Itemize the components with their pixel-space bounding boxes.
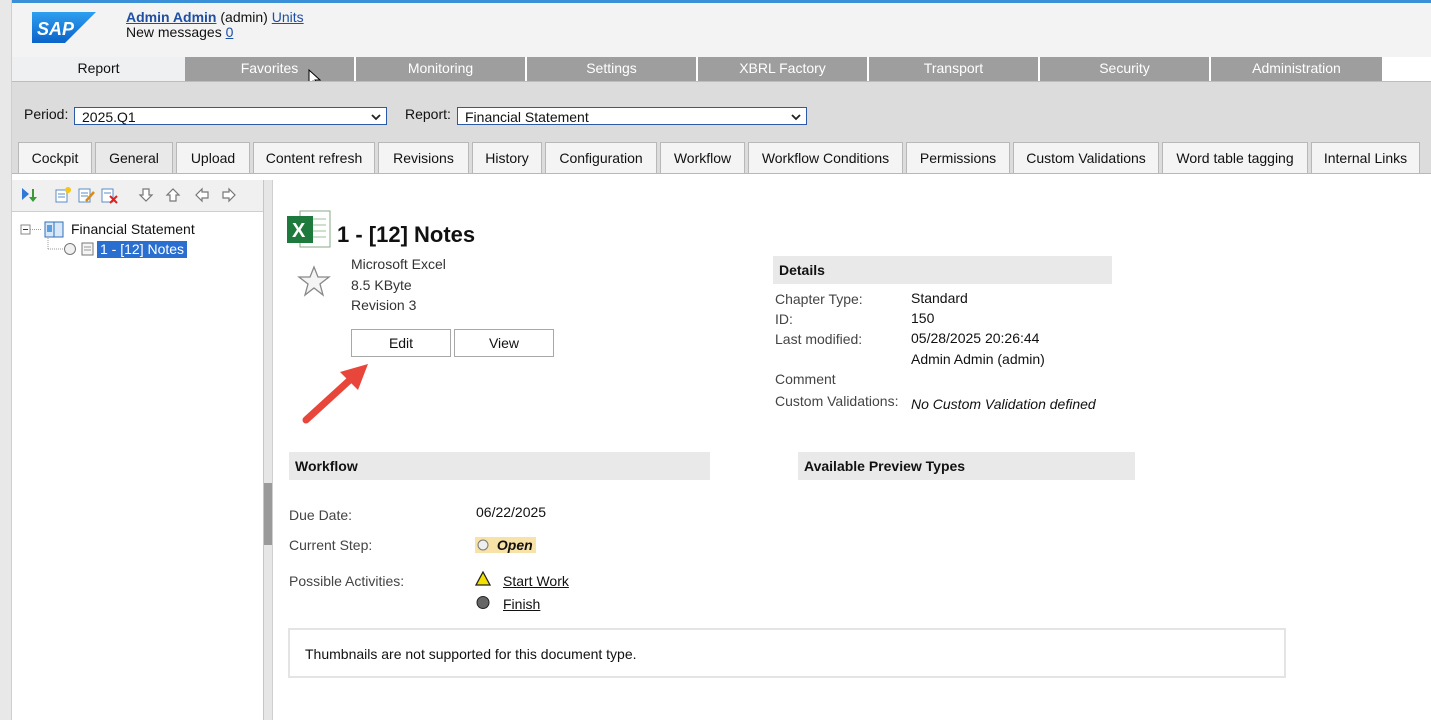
thumbnail-message: Thumbnails are not supported for this do… bbox=[305, 646, 637, 662]
subtab-workflow[interactable]: Workflow bbox=[660, 142, 745, 174]
document-size: 8.5 KByte bbox=[351, 277, 412, 293]
document-title: 1 - [12] Notes bbox=[337, 222, 476, 247]
user-info: Admin Admin (admin) Units bbox=[126, 9, 304, 25]
thumbnail-box: Thumbnails are not supported for this do… bbox=[288, 628, 1286, 678]
subtab-permissions[interactable]: Permissions bbox=[906, 142, 1010, 174]
move-right-icon[interactable] bbox=[220, 186, 238, 204]
custom-validations-value: No Custom Validation defined bbox=[911, 396, 1096, 412]
document-revision: Revision 3 bbox=[351, 297, 417, 313]
comment-label: Comment bbox=[775, 371, 836, 387]
subtab-general[interactable]: General bbox=[95, 142, 173, 174]
move-left-icon[interactable] bbox=[193, 186, 211, 204]
id-value: 150 bbox=[911, 310, 935, 326]
document-app: Microsoft Excel bbox=[351, 256, 446, 272]
tree-node-status-icons bbox=[64, 242, 94, 256]
nav-filler bbox=[1382, 57, 1431, 81]
content-top-border bbox=[12, 173, 1431, 174]
excel-file-icon: X bbox=[287, 210, 331, 248]
main-nav: Report Favorites Monitoring Settings XBR… bbox=[12, 57, 1431, 81]
last-modified-label: Last modified: bbox=[775, 331, 863, 347]
nav-tab-xbrl-factory[interactable]: XBRL Factory bbox=[698, 57, 869, 81]
sap-logo: SAP bbox=[32, 12, 96, 43]
id-label: ID: bbox=[775, 311, 793, 327]
report-select[interactable]: Financial Statement bbox=[457, 107, 807, 125]
preview-types-heading: Available Preview Types bbox=[798, 452, 1135, 480]
nav-tab-administration[interactable]: Administration bbox=[1211, 57, 1382, 81]
book-icon bbox=[44, 221, 64, 238]
modified-by-value: Admin Admin (admin) bbox=[911, 351, 1045, 367]
window-left-edge bbox=[0, 0, 12, 720]
subtab-custom-validations[interactable]: Custom Validations bbox=[1013, 142, 1159, 174]
tree-panel bbox=[12, 180, 264, 720]
nav-tab-settings[interactable]: Settings bbox=[527, 57, 698, 81]
nav-tab-transport[interactable]: Transport bbox=[869, 57, 1040, 81]
finish-link[interactable]: Finish bbox=[503, 596, 540, 612]
nav-tab-monitoring[interactable]: Monitoring bbox=[356, 57, 527, 81]
favorite-star-icon[interactable] bbox=[297, 265, 331, 297]
subtab-revisions[interactable]: Revisions bbox=[378, 142, 469, 174]
nav-tab-report[interactable]: Report bbox=[12, 57, 185, 81]
messages-info: New messages 0 bbox=[126, 24, 233, 40]
subtab-history[interactable]: History bbox=[472, 142, 542, 174]
delete-item-icon[interactable] bbox=[100, 186, 118, 204]
due-date-value: 06/22/2025 bbox=[476, 504, 547, 520]
period-select-value: 2025.Q1 bbox=[82, 109, 136, 125]
move-down-icon[interactable] bbox=[137, 186, 155, 204]
chevron-down-icon bbox=[791, 114, 801, 121]
red-arrow-annotation-icon bbox=[302, 364, 368, 424]
messages-label: New messages bbox=[126, 24, 222, 40]
expand-down-icon[interactable] bbox=[20, 186, 38, 204]
status-circle-icon bbox=[477, 539, 489, 551]
edit-item-icon[interactable] bbox=[77, 186, 95, 204]
subtab-word-table-tagging[interactable]: Word table tagging bbox=[1162, 142, 1308, 174]
tree-item-financial-statement[interactable]: Financial Statement bbox=[71, 221, 195, 237]
nav-tab-favorites[interactable]: Favorites bbox=[185, 57, 356, 81]
sap-logo-text: SAP bbox=[37, 19, 75, 39]
subtab-internal-links[interactable]: Internal Links bbox=[1311, 142, 1420, 174]
new-item-icon[interactable] bbox=[54, 186, 72, 204]
chapter-type-value: Standard bbox=[911, 290, 968, 306]
possible-activities-label: Possible Activities: bbox=[289, 573, 405, 589]
current-step-value: Open bbox=[496, 537, 533, 553]
warning-triangle-icon bbox=[475, 571, 491, 586]
subtab-upload[interactable]: Upload bbox=[176, 142, 250, 174]
tree-item-notes-selected[interactable]: 1 - [12] Notes bbox=[97, 241, 188, 258]
due-date-label: Due Date: bbox=[289, 507, 353, 523]
chevron-down-icon bbox=[371, 114, 381, 121]
subtab-cockpit[interactable]: Cockpit bbox=[18, 142, 92, 174]
user-name-link[interactable]: Admin Admin bbox=[126, 9, 216, 25]
move-up-icon[interactable] bbox=[164, 186, 182, 204]
start-work-link[interactable]: Start Work bbox=[503, 573, 569, 589]
period-label: Period: bbox=[24, 106, 69, 122]
current-step-label: Current Step: bbox=[289, 537, 373, 553]
panel-splitter[interactable] bbox=[264, 180, 273, 720]
current-step-badge: Open bbox=[475, 537, 536, 553]
details-heading: Details bbox=[773, 256, 1112, 284]
subtab-content-refresh[interactable]: Content refresh bbox=[253, 142, 375, 174]
edit-button[interactable]: Edit bbox=[351, 329, 451, 357]
report-select-value: Financial Statement bbox=[465, 109, 589, 125]
messages-count-link[interactable]: 0 bbox=[226, 24, 234, 40]
workflow-heading: Workflow bbox=[289, 452, 710, 480]
nav-tab-security[interactable]: Security bbox=[1040, 57, 1211, 81]
chapter-type-label: Chapter Type: bbox=[775, 291, 863, 307]
svg-text:X: X bbox=[292, 220, 306, 242]
units-link[interactable]: Units bbox=[272, 9, 304, 25]
report-label: Report: bbox=[405, 106, 451, 122]
finish-circle-icon bbox=[476, 596, 490, 609]
subtab-workflow-conditions[interactable]: Workflow Conditions bbox=[748, 142, 903, 174]
subtab-configuration[interactable]: Configuration bbox=[545, 142, 657, 174]
last-modified-value: 05/28/2025 20:26:44 bbox=[911, 330, 1040, 346]
period-select[interactable]: 2025.Q1 bbox=[74, 107, 387, 125]
custom-validations-label: Custom Validations: bbox=[775, 393, 899, 409]
view-button[interactable]: View bbox=[454, 329, 554, 357]
splitter-handle[interactable] bbox=[264, 483, 272, 545]
user-id: (admin) bbox=[220, 9, 268, 25]
